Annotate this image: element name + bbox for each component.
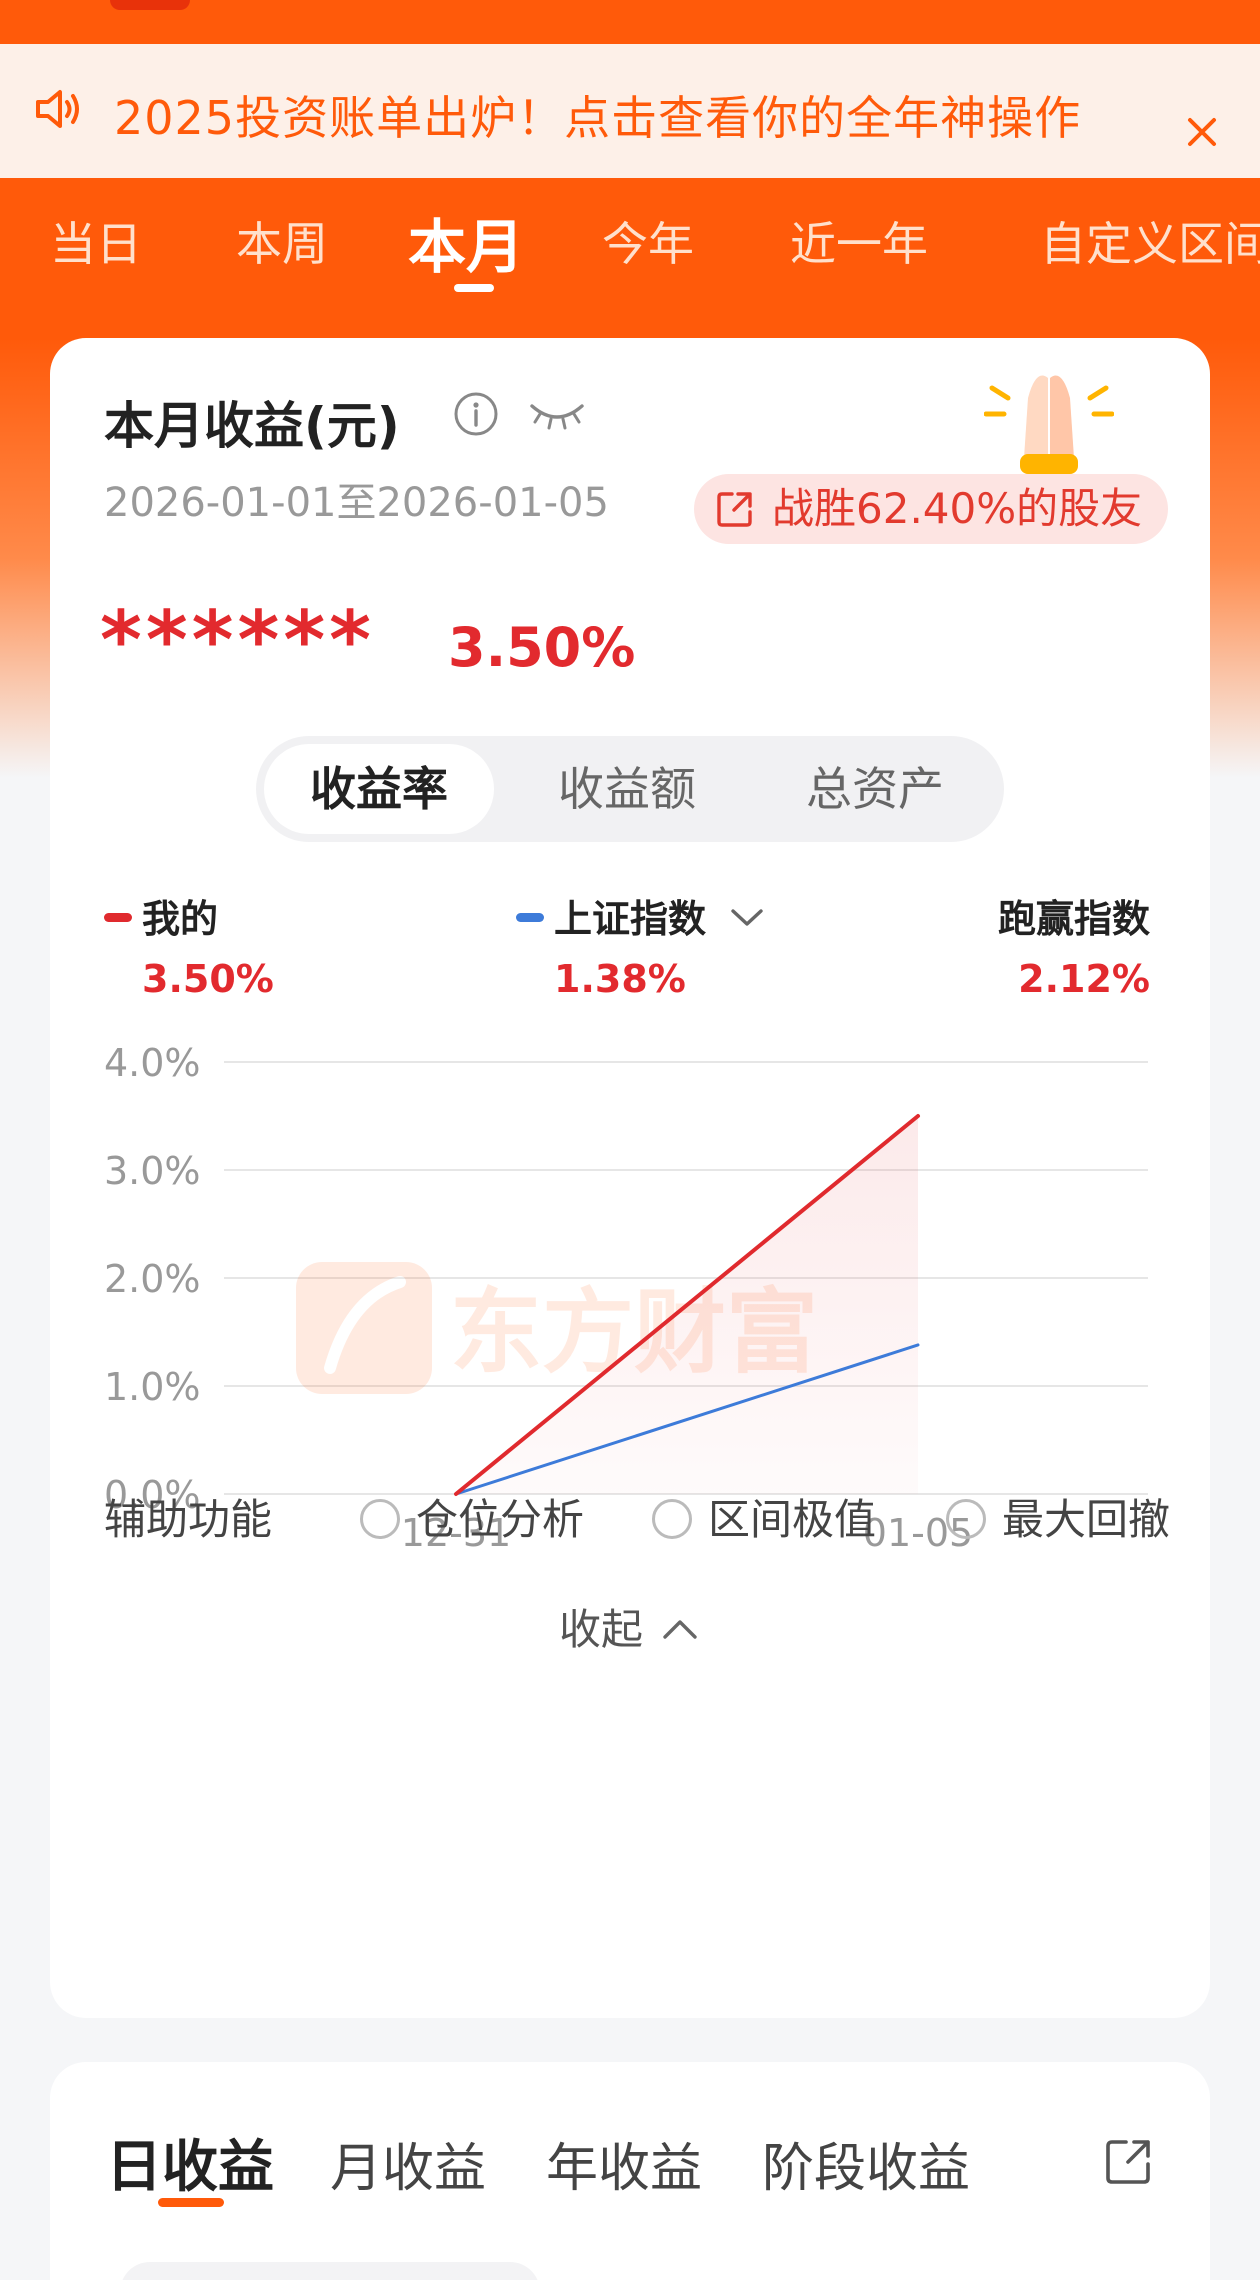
- option-max-drawdown[interactable]: 最大回撤: [946, 1486, 1170, 1547]
- period-tabs: 当日 本周 本月 今年 近一年 自定义区间: [0, 178, 1260, 338]
- summary-card: 本月收益(元) 2026-01-01至2026-01-05 战胜62.40%的股…: [50, 338, 1210, 2018]
- segment-return-rate[interactable]: 收益率: [264, 744, 494, 834]
- aux-label: 辅助功能: [104, 1495, 273, 1544]
- legend-index[interactable]: 上证指数 1.38%: [516, 888, 767, 1001]
- tab-today[interactable]: 当日: [50, 208, 142, 274]
- header-stub: [110, 0, 190, 10]
- option-label[interactable]: 仓位分析: [416, 1495, 584, 1544]
- sub-tab-bar: [120, 2262, 540, 2280]
- metric-segmented-control: 收益率 收益额 总资产: [256, 736, 1004, 842]
- profit-card: 日收益 月收益 年收益 阶段收益: [50, 2062, 1210, 2280]
- card-title: 本月收益(元): [104, 397, 400, 455]
- eye-closed-icon[interactable]: [528, 394, 586, 432]
- notice-banner[interactable]: 2025投资账单出炉！点击查看你的全年神操作: [0, 44, 1260, 178]
- tab-week[interactable]: 本周: [236, 208, 328, 274]
- collapse-label[interactable]: 收起: [559, 1605, 643, 1654]
- tab-year[interactable]: 今年: [602, 208, 694, 274]
- tab-active-indicator: [454, 284, 494, 292]
- y-tick-label: 3.0%: [104, 1149, 201, 1193]
- tab-custom-range[interactable]: 自定义区间: [1040, 208, 1260, 274]
- legend-mine-name: 我的: [142, 897, 219, 941]
- legend-mine-value: 3.50%: [142, 957, 274, 1001]
- option-range-extremes[interactable]: 区间极值: [652, 1486, 876, 1547]
- tab-monthly-profit[interactable]: 月收益: [330, 2126, 486, 2201]
- share-icon: [717, 492, 752, 527]
- legend-outperform-value: 2.12%: [1018, 957, 1150, 1001]
- hidden-profit-amount: ******: [100, 594, 376, 687]
- radio-icon[interactable]: [652, 1498, 692, 1539]
- collapse-button[interactable]: 收起: [50, 1596, 1210, 1657]
- legend-index-swatch: [516, 913, 544, 922]
- aux-functions: 辅助功能 仓位分析 区间极值 最大回撤: [104, 1486, 1184, 1546]
- return-percentage: 3.50%: [448, 616, 636, 679]
- date-range: 2026-01-01至2026-01-05: [104, 480, 609, 526]
- legend-outperform: 跑赢指数 2.12%: [998, 888, 1150, 1001]
- tab-period-profit[interactable]: 阶段收益: [762, 2126, 970, 2201]
- profit-tab-indicator: [158, 2198, 224, 2207]
- beat-badge[interactable]: 战胜62.40%的股友: [694, 474, 1169, 544]
- watermark-logo: [296, 1262, 432, 1394]
- tab-last-year[interactable]: 近一年: [790, 208, 928, 274]
- legend-mine: 我的 3.50%: [104, 888, 274, 1001]
- speaker-icon: [36, 90, 79, 128]
- notice-text[interactable]: 2025投资账单出炉！点击查看你的全年神操作: [114, 82, 1081, 148]
- option-label[interactable]: 区间极值: [708, 1495, 876, 1544]
- clapping-hands-icon: [984, 375, 1114, 474]
- y-tick-label: 2.0%: [104, 1257, 201, 1301]
- y-tick-label: 4.0%: [104, 1041, 201, 1085]
- beat-badge-text: 战胜62.40%的股友: [772, 484, 1143, 533]
- legend-outperform-name: 跑赢指数: [997, 897, 1150, 941]
- y-tick-label: 1.0%: [104, 1365, 201, 1409]
- legend-index-name[interactable]: 上证指数: [554, 897, 706, 941]
- option-position-analysis[interactable]: 仓位分析: [360, 1486, 584, 1547]
- tab-yearly-profit[interactable]: 年收益: [546, 2126, 702, 2201]
- segment-total-assets[interactable]: 总资产: [760, 744, 990, 834]
- segment-profit-amount[interactable]: 收益额: [512, 744, 742, 834]
- info-icon[interactable]: [452, 390, 500, 438]
- status-strip: [0, 0, 1260, 44]
- close-icon[interactable]: [1182, 112, 1222, 152]
- tab-month[interactable]: 本月: [408, 200, 524, 284]
- legend-index-value: 1.38%: [554, 957, 686, 1001]
- share-icon[interactable]: [1102, 2134, 1156, 2188]
- chevron-up-icon[interactable]: [659, 1615, 701, 1643]
- chevron-down-icon[interactable]: [727, 905, 767, 931]
- radio-icon[interactable]: [360, 1498, 400, 1539]
- option-label[interactable]: 最大回撤: [1002, 1495, 1170, 1544]
- radio-icon[interactable]: [946, 1498, 986, 1539]
- tab-daily-profit[interactable]: 日收益: [106, 2122, 274, 2203]
- legend-mine-swatch: [104, 913, 132, 922]
